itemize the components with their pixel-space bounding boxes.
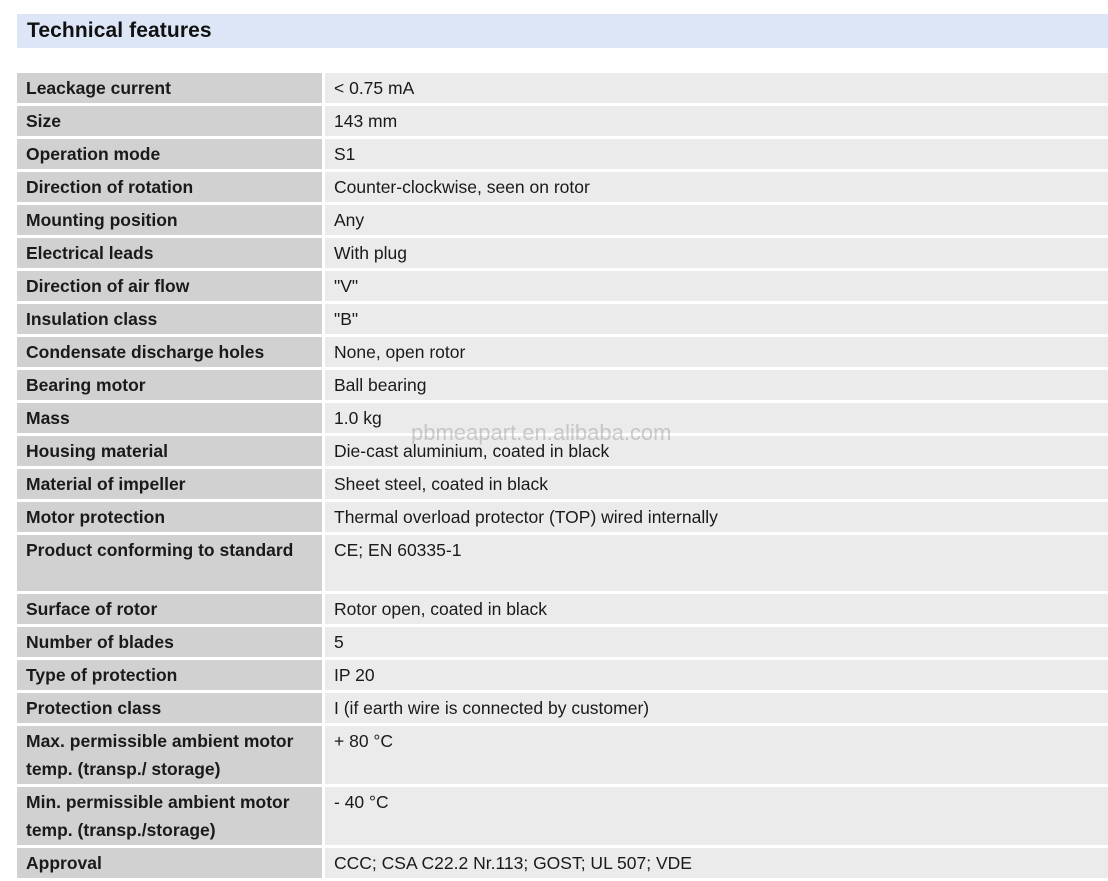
feature-value: Die-cast aluminium, coated in black: [325, 436, 1108, 469]
feature-value: "V": [325, 271, 1108, 304]
feature-value: None, open rotor: [325, 337, 1108, 370]
table-row: Direction of rotation Counter-clockwise,…: [17, 172, 1108, 205]
table-row: Motor protection Thermal overload protec…: [17, 502, 1108, 535]
feature-value: CE; EN 60335-1: [325, 535, 1108, 594]
feature-label: Electrical leads: [17, 238, 325, 271]
table-row: Direction of air flow "V": [17, 271, 1108, 304]
feature-value: 143 mm: [325, 106, 1108, 139]
feature-label: Housing material: [17, 436, 325, 469]
technical-features-table: Leackage current < 0.75 mA Size 143 mm O…: [17, 73, 1108, 881]
feature-value: < 0.75 mA: [325, 73, 1108, 106]
table-row: Operation mode S1: [17, 139, 1108, 172]
table-row: Electrical leads With plug: [17, 238, 1108, 271]
feature-value: Counter-clockwise, seen on rotor: [325, 172, 1108, 205]
table-row: Insulation class "B": [17, 304, 1108, 337]
table-row: Max. permissible ambient motor temp. (tr…: [17, 726, 1108, 787]
feature-value: 1.0 kg: [325, 403, 1108, 436]
table-row: Size 143 mm: [17, 106, 1108, 139]
feature-value: - 40 °C: [325, 787, 1108, 848]
feature-label: Leackage current: [17, 73, 325, 106]
table-row: Min. permissible ambient motor temp. (tr…: [17, 787, 1108, 848]
feature-label: Min. permissible ambient motor temp. (tr…: [17, 787, 325, 848]
section-title: Technical features: [27, 19, 212, 42]
feature-label: Motor protection: [17, 502, 325, 535]
table-row: Material of impeller Sheet steel, coated…: [17, 469, 1108, 502]
feature-value: Any: [325, 205, 1108, 238]
feature-value: S1: [325, 139, 1108, 172]
table-row: Mass 1.0 kg: [17, 403, 1108, 436]
feature-value: Sheet steel, coated in black: [325, 469, 1108, 502]
table-row: Mounting position Any: [17, 205, 1108, 238]
feature-value: With plug: [325, 238, 1108, 271]
feature-value: 5: [325, 627, 1108, 660]
feature-label: Operation mode: [17, 139, 325, 172]
feature-label: Size: [17, 106, 325, 139]
feature-label: Max. permissible ambient motor temp. (tr…: [17, 726, 325, 787]
feature-label: Mounting position: [17, 205, 325, 238]
table-row: Surface of rotor Rotor open, coated in b…: [17, 594, 1108, 627]
section-header-bar: Technical features: [17, 14, 1108, 48]
feature-label: Surface of rotor: [17, 594, 325, 627]
feature-value: + 80 °C: [325, 726, 1108, 787]
feature-value: IP 20: [325, 660, 1108, 693]
feature-label: Condensate discharge holes: [17, 337, 325, 370]
feature-label: Protection class: [17, 693, 325, 726]
feature-label: Insulation class: [17, 304, 325, 337]
feature-value: I (if earth wire is connected by custome…: [325, 693, 1108, 726]
feature-value: Rotor open, coated in black: [325, 594, 1108, 627]
table-row: Protection class I (if earth wire is con…: [17, 693, 1108, 726]
feature-label: Type of protection: [17, 660, 325, 693]
feature-label: Product conforming to standard: [17, 535, 325, 594]
feature-value: Ball bearing: [325, 370, 1108, 403]
feature-label: Bearing motor: [17, 370, 325, 403]
table-row: Bearing motor Ball bearing: [17, 370, 1108, 403]
feature-label: Mass: [17, 403, 325, 436]
feature-value: Thermal overload protector (TOP) wired i…: [325, 502, 1108, 535]
feature-value: "B": [325, 304, 1108, 337]
table-row: Leackage current < 0.75 mA: [17, 73, 1108, 106]
table-row: Number of blades 5: [17, 627, 1108, 660]
feature-label: Material of impeller: [17, 469, 325, 502]
feature-label: Direction of air flow: [17, 271, 325, 304]
table-row: Type of protection IP 20: [17, 660, 1108, 693]
feature-label: Direction of rotation: [17, 172, 325, 205]
table-row: Housing material Die-cast aluminium, coa…: [17, 436, 1108, 469]
table-row: Condensate discharge holes None, open ro…: [17, 337, 1108, 370]
feature-label: Number of blades: [17, 627, 325, 660]
table-row: Product conforming to standard CE; EN 60…: [17, 535, 1108, 594]
